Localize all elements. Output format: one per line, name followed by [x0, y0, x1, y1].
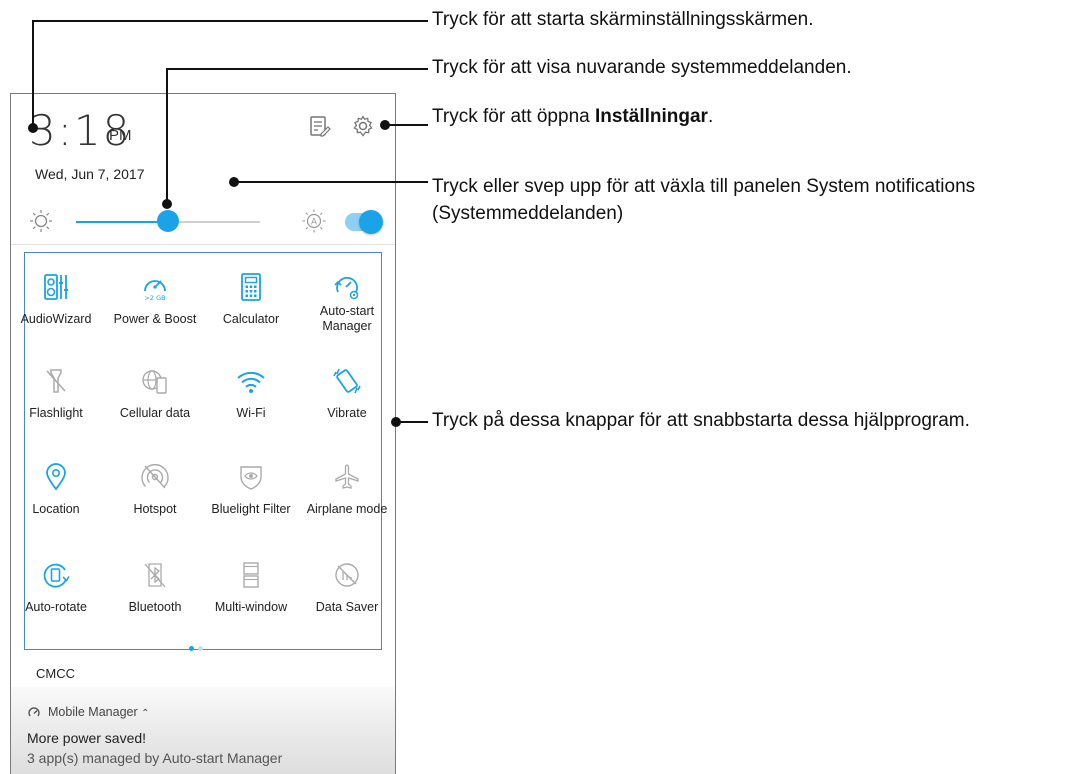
tile-flashlight[interactable]: Flashlight [11, 366, 104, 421]
tile-auto-start-manager[interactable]: Auto-start Manager [299, 272, 395, 334]
callout-line [398, 421, 428, 423]
tile-label: Multi-window [214, 600, 288, 614]
callout-swipe-line2: (Systemmeddelanden) [432, 203, 624, 224]
notification-body: 3 app(s) managed by Auto-start Manager [27, 750, 283, 766]
chevron-up-icon[interactable]: ⌃ [141, 708, 149, 719]
tile-multi-window[interactable]: Multi-window [203, 560, 299, 615]
callout-line [166, 68, 428, 70]
tile-label: Location [32, 502, 80, 516]
tile-wifi[interactable]: Wi-Fi [203, 366, 299, 421]
svg-text:>2 GB: >2 GB [144, 294, 165, 302]
tile-label: Data Saver [315, 600, 379, 614]
audiowizard-icon [44, 274, 68, 300]
tile-hotspot[interactable]: Hotspot [107, 462, 203, 517]
notification-app-name: Mobile Manager [48, 705, 138, 719]
date-label: Wed, Jun 7, 2017 [35, 166, 145, 182]
auto-start-manager-icon [334, 276, 359, 300]
panel-divider [11, 244, 395, 245]
svg-text:A: A [311, 218, 318, 228]
tile-bluelight-filter[interactable]: Bluelight Filter [203, 462, 299, 517]
clock-ampm: PM [109, 127, 132, 144]
callout-screen-settings: Tryck för att starta skärminställningssk… [432, 9, 814, 30]
bluetooth-off-icon [144, 563, 166, 588]
hotspot-off-icon [141, 464, 169, 489]
callout-dot [28, 123, 38, 133]
notification-title: More power saved! [27, 730, 147, 746]
tile-calculator[interactable]: Calculator [203, 272, 299, 327]
callout-swipe-line1: Tryck eller svep upp för att växla till … [432, 176, 976, 197]
brightness-slider-thumb[interactable] [157, 210, 179, 232]
cellular-data-icon [142, 370, 167, 394]
tile-label: Hotspot [133, 502, 177, 516]
tile-label: Auto-start Manager [319, 304, 375, 333]
tile-label: Flashlight [29, 406, 83, 420]
page-indicator[interactable] [198, 646, 203, 651]
auto-brightness-icon: A [302, 209, 326, 233]
page-indicator-active[interactable] [189, 646, 194, 651]
tile-label: Bluetooth [128, 600, 182, 614]
multi-window-icon [243, 562, 259, 588]
mobile-manager-icon [28, 707, 40, 717]
tile-cellular-data[interactable]: Cellular data [107, 366, 203, 421]
tile-audiowizard[interactable]: AudioWizard [11, 272, 104, 327]
location-icon [46, 463, 66, 491]
tile-vibrate[interactable]: Vibrate [299, 366, 395, 421]
tile-bluetooth[interactable]: Bluetooth [107, 560, 203, 615]
notification-card[interactable]: Mobile Manager ⌃ More power saved! 3 app… [11, 687, 395, 774]
callout-line [236, 181, 428, 183]
tile-label: Cellular data [119, 406, 191, 420]
gear-icon[interactable] [351, 114, 375, 138]
callout-line [32, 20, 428, 22]
auto-rotate-icon [43, 563, 70, 588]
tile-power-boost[interactable]: >2 GB Power & Boost [107, 272, 203, 327]
tile-label: Auto-rotate [25, 600, 87, 614]
callout-settings-suffix: . [707, 106, 714, 127]
tile-data-saver[interactable]: Data Saver [299, 560, 395, 615]
airplane-icon [335, 464, 359, 489]
notes-edit-icon[interactable] [307, 114, 331, 138]
callout-settings-prefix: Tryck för att öppna [432, 106, 595, 127]
callout-settings-bold: Inställningar [594, 106, 708, 127]
callout-dot [162, 199, 172, 209]
brightness-slider-fill[interactable] [76, 221, 168, 223]
tile-location[interactable]: Location [11, 462, 104, 517]
tile-label: Vibrate [327, 406, 367, 420]
bluelight-filter-icon [240, 466, 262, 490]
calculator-icon [241, 273, 261, 301]
quick-settings-panel: 3:18 PM Wed, Jun 7, 2017 A AudioWizard >… [10, 93, 396, 774]
callout-line [32, 20, 34, 128]
notification-app-row[interactable]: Mobile Manager ⌃ [48, 705, 150, 719]
tile-airplane-mode[interactable]: Airplane mode [299, 462, 395, 517]
page: 3:18 PM Wed, Jun 7, 2017 A AudioWizard >… [0, 0, 1085, 774]
tile-label: AudioWizard [20, 312, 92, 326]
power-boost-icon: >2 GB [144, 280, 166, 302]
tile-label: Bluelight Filter [211, 502, 291, 516]
wifi-icon [237, 371, 265, 393]
brightness-slider-track[interactable] [168, 221, 260, 223]
callout-line [166, 68, 168, 204]
callout-settings: Tryck för att öppna Inställningar. [432, 105, 713, 129]
tile-label: Calculator [222, 312, 280, 326]
data-saver-off-icon [335, 563, 359, 587]
brightness-low-icon [30, 210, 52, 232]
tile-auto-rotate[interactable]: Auto-rotate [11, 560, 104, 615]
flashlight-off-icon [46, 369, 66, 393]
tile-label: Airplane mode [306, 502, 388, 516]
tile-label: Wi-Fi [236, 406, 266, 420]
callout-system-notifications: Tryck för att visa nuvarande systemmedde… [432, 57, 852, 78]
callout-line [388, 124, 428, 126]
carrier-label: CMCC [36, 666, 75, 681]
auto-brightness-toggle-thumb[interactable] [359, 210, 383, 234]
vibrate-icon [333, 368, 361, 394]
tile-label: Power & Boost [113, 312, 197, 326]
callout-quick-buttons: Tryck på dessa knappar för att snabbstar… [432, 410, 970, 431]
